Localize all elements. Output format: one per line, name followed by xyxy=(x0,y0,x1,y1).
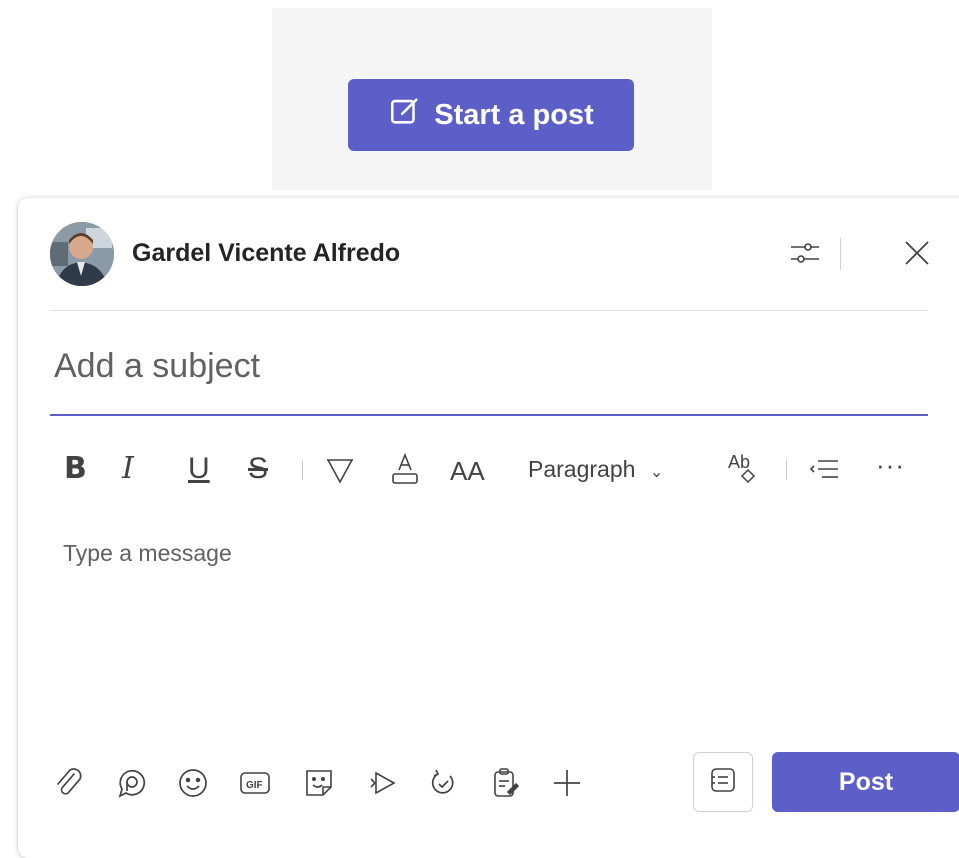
clear-format-icon[interactable]: Ab xyxy=(726,452,762,486)
author-name: Gardel Vicente Alfredo xyxy=(132,239,401,267)
toolbar-separator xyxy=(302,460,303,480)
header-separator xyxy=(840,238,841,270)
format-toggle-button[interactable] xyxy=(693,752,753,812)
svg-text:GIF: GIF xyxy=(246,780,263,791)
bullets-icon[interactable] xyxy=(808,452,842,486)
underline-button[interactable]: U xyxy=(188,452,210,486)
post-button[interactable]: Post xyxy=(772,752,959,812)
bottom-toolbar: GIF Post xyxy=(50,748,959,814)
plus-icon[interactable] xyxy=(550,766,584,800)
paragraph-label: Paragraph xyxy=(528,456,636,482)
format-icon xyxy=(708,765,738,800)
emoji-icon[interactable] xyxy=(176,766,210,800)
composer-header: Gardel Vicente Alfredo xyxy=(50,222,930,286)
avatar xyxy=(50,222,114,286)
sticker-icon[interactable] xyxy=(302,766,336,800)
highlight-icon[interactable] xyxy=(325,452,355,486)
subject-input[interactable]: Add a subject xyxy=(50,338,928,416)
praise-icon[interactable] xyxy=(426,766,460,800)
paragraph-dropdown[interactable]: Paragraph ⌄ xyxy=(528,456,663,483)
chevron-down-icon: ⌄ xyxy=(649,464,664,481)
close-icon[interactable] xyxy=(900,236,934,270)
svg-text:Ab: Ab xyxy=(728,452,750,472)
italic-button[interactable]: I xyxy=(122,452,134,486)
bold-button[interactable]: B xyxy=(64,452,87,486)
more-options-button[interactable]: ··· xyxy=(876,450,905,481)
compose-icon xyxy=(388,94,422,136)
font-color-icon[interactable] xyxy=(390,452,420,486)
header-divider xyxy=(50,310,928,311)
format-toolbar: B I U S AA Paragraph ⌄ Ab ··· xyxy=(50,444,930,494)
gif-icon[interactable]: GIF xyxy=(238,766,272,800)
start-post-label: Start a post xyxy=(434,98,594,131)
post-composer: Gardel Vicente Alfredo Add a subject B I… xyxy=(18,198,959,858)
loop-icon[interactable] xyxy=(114,766,148,800)
top-strip: Start a post xyxy=(272,8,712,190)
stream-icon[interactable] xyxy=(366,766,400,800)
message-input[interactable]: Type a message xyxy=(63,540,232,567)
strikethrough-button[interactable]: S xyxy=(248,452,268,486)
options-icon[interactable] xyxy=(788,236,822,270)
approvals-icon[interactable] xyxy=(488,766,522,800)
toolbar-separator-2 xyxy=(786,460,787,480)
attach-icon[interactable] xyxy=(52,766,86,800)
font-size-button[interactable]: AA xyxy=(450,456,485,487)
start-post-button[interactable]: Start a post xyxy=(348,79,634,151)
